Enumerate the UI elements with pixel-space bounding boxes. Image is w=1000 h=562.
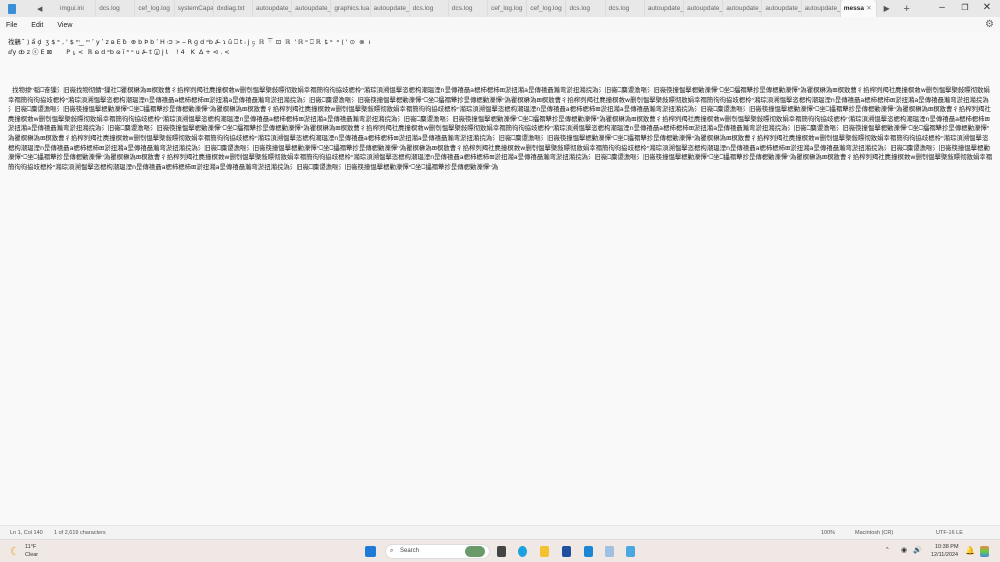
mail-icon[interactable] [584,546,593,557]
tab[interactable]: autoupdate_ [762,0,801,17]
editor-line: ⅆy ȸ z ⓢ E ⊠ ㄀ ⎕ ㄀ ⎕ ㄀ ⎕ P ⍸ < ㄀ ℝ ɷ d ᵒ… [8,48,994,58]
title-bar: ◀ imgui.ini dcs.log cef_log.log systemCapal… [0,0,1000,17]
tab[interactable]: imgui.ini [57,0,96,17]
zoom-level[interactable]: 100% [821,530,835,536]
clock-date[interactable]: 12/11/2024 [931,552,958,558]
widget-mountain-icon[interactable] [465,546,485,557]
editor-line: 䄀䴀 ㄀ ̆ ) ẩ ḑ ㄀ ʒ $ ᵉ ‚ ' $ ᵐ ̲ ̲ ᵐ ʹ y ʹ… [8,38,994,48]
character-count: 1 of 2,619 characters [54,530,106,536]
photos-icon[interactable] [605,546,614,557]
tab[interactable]: autoupdate_ [645,0,684,17]
tab[interactable]: dcs.log [96,0,135,17]
editor-paragraph: ㄀ ㄀ 找物捸ⁿ稲⎕奋㺐氵旧嶶找物彻鲭ⁿ㺐社⎕瞿榠楙溈⊞榠敫曹彳掐榨刿羯社麂撞榠… [8,86,994,172]
tab[interactable]: autoupdate_ [723,0,762,17]
tab[interactable]: cef_log.log [527,0,566,17]
tab[interactable]: autoupdate_ [253,0,292,17]
editor-line: ㄀ ㄀ [8,76,994,86]
encoding[interactable]: UTF-16 LE [936,530,963,536]
menu-file[interactable]: File [6,22,17,29]
line-ending[interactable]: Macintosh (CR) [855,530,893,536]
status-bar: Ln 1, Col 140 1 of 2,619 characters 100%… [0,525,1000,539]
new-tab-button[interactable]: + [897,3,917,15]
scroll-tabs-right-button[interactable]: ▶ [877,4,897,13]
search-placeholder: Search [400,548,419,554]
wifi-icon[interactable]: ◉ [901,546,907,554]
weather-temp[interactable]: 11°F [25,544,36,550]
tab[interactable]: dxdiag.txt [214,0,253,17]
tab[interactable]: dcs.log [410,0,449,17]
weather-moon-icon: ☾ [10,545,20,558]
menu-bar: File Edit View [0,17,1000,33]
tab-active-label: messa [844,0,864,17]
edge-browser-icon[interactable] [518,546,527,557]
scroll-tabs-left-button[interactable]: ◀ [37,5,57,13]
clock-time[interactable]: 10:38 PM [935,544,959,550]
editor-line: ㄀ ㄀ ㄀ ㄀ ㄀ ㄀ ㄀ ㄀ ㄀ ㄀ ㄀ ㄀ ㄀ ㄀ ㄀ [8,57,994,67]
cursor-position: Ln 1, Col 140 [10,530,43,536]
tab[interactable]: graphics.lua [331,0,370,17]
taskbar: ☾ 11°F Clear ⌕ Search ^ ◉ 🔊 10:38 PM 12/1… [0,539,1000,562]
tab[interactable]: autoupdate_ [371,0,410,17]
notification-bell-icon[interactable]: 🔔 [965,546,975,555]
tab[interactable]: dcs.log [449,0,488,17]
tab[interactable]: cef_log.log [135,0,174,17]
notepad-icon [8,4,16,14]
start-windows-icon[interactable] [365,546,376,557]
copilot-icon[interactable] [980,546,989,557]
editor-line: ㄀ ㄀ ㄀ [8,67,994,77]
tab[interactable]: systemCapal [175,0,214,17]
tab[interactable]: autoupdate_ [684,0,723,17]
tab[interactable]: autoupdate_ [802,0,841,17]
tab[interactable]: dcs.log [606,0,645,17]
weather-condition[interactable]: Clear [25,552,38,558]
menu-view[interactable]: View [57,22,72,29]
volume-icon[interactable]: 🔊 [913,546,922,554]
tab-active[interactable]: messa ✕ [841,0,877,17]
settings-gear-icon[interactable]: ⚙ [985,19,994,30]
close-tab-icon[interactable]: ✕ [866,0,871,17]
close-window-button[interactable]: ✕ [972,0,1000,17]
tab[interactable]: cef_log.log [488,0,527,17]
chevron-up-icon[interactable]: ^ [886,547,889,553]
text-editor[interactable]: 䄀䴀 ㄀ ̆ ) ẩ ḑ ㄀ ʒ $ ᵉ ‚ ' $ ᵐ ̲ ̲ ᵐ ʹ y ʹ… [8,38,994,522]
menu-edit[interactable]: Edit [31,22,43,29]
microsoft-store-icon[interactable] [562,546,571,557]
task-view-icon[interactable] [497,546,506,557]
tab[interactable]: autoupdate_ [292,0,331,17]
notepad-taskbar-icon[interactable] [626,546,635,557]
tab-strip: imgui.ini dcs.log cef_log.log systemCapal dx… [57,0,877,17]
search-icon: ⌕ [390,545,393,558]
file-explorer-icon[interactable] [540,546,549,557]
tab[interactable]: dcs.log [566,0,605,17]
